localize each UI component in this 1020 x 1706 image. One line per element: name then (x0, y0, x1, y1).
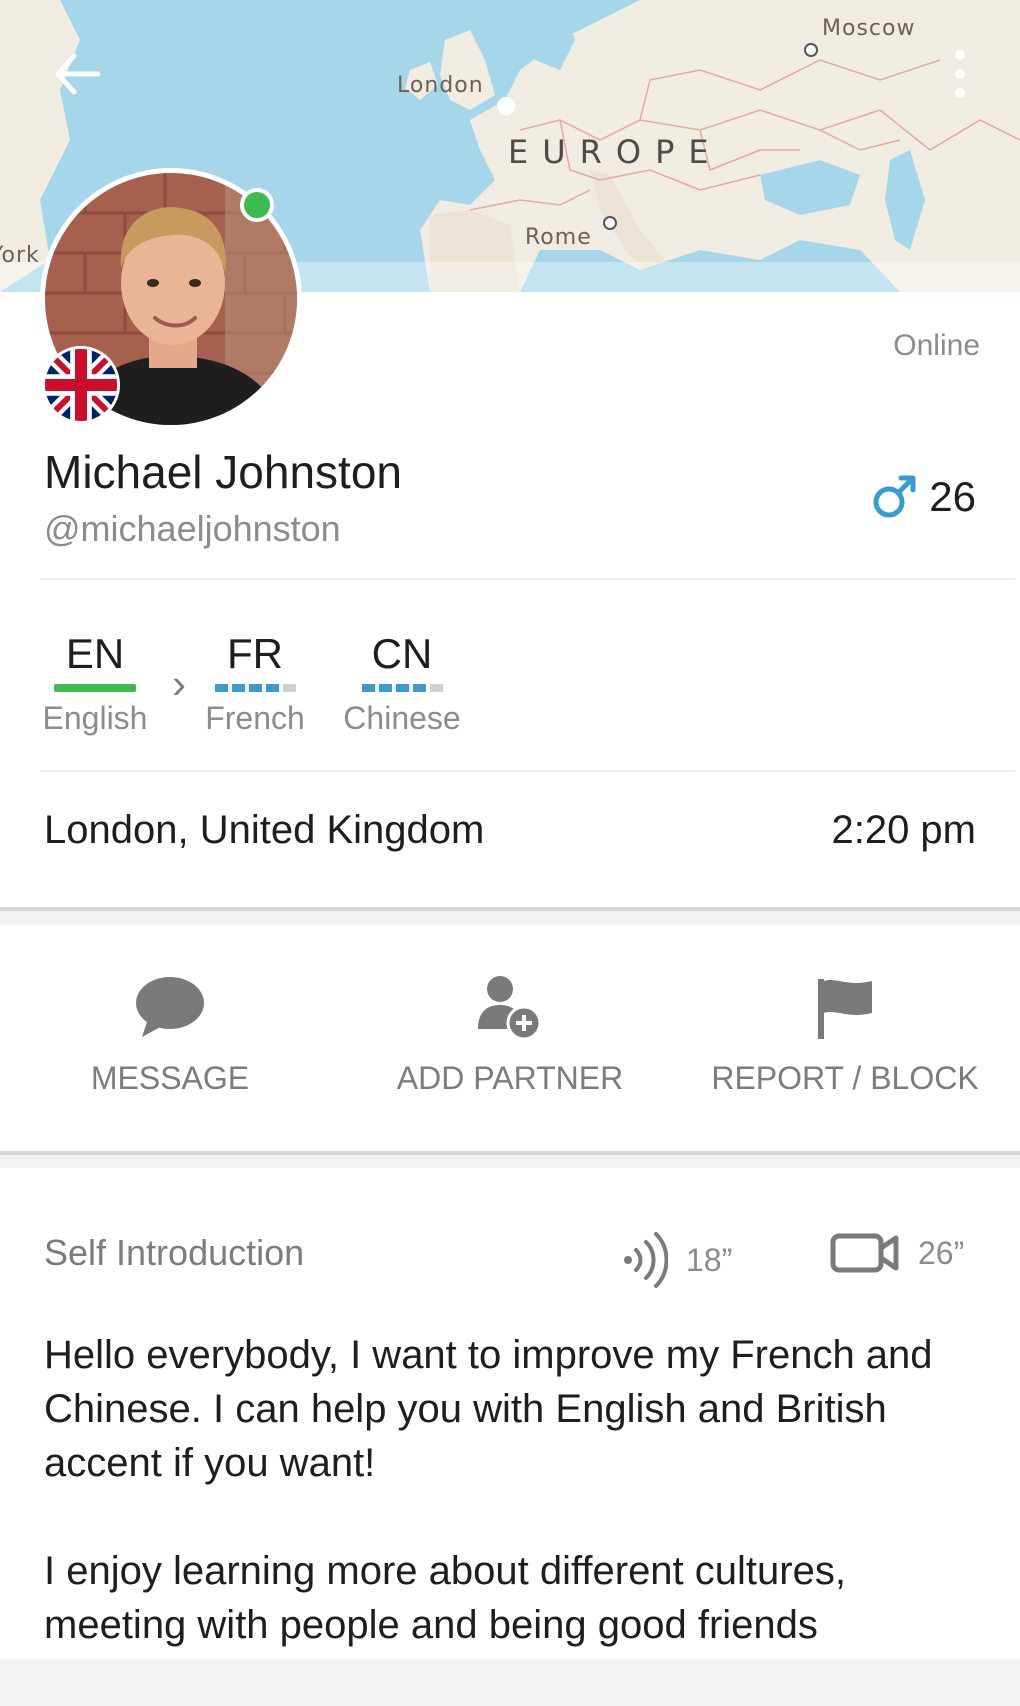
report-block-label: REPORT / BLOCK (711, 1060, 979, 1096)
online-indicator (240, 188, 274, 222)
map-label-london: London (397, 73, 484, 98)
add-person-icon (478, 976, 542, 1041)
more-vert-icon (955, 50, 965, 98)
rome-marker (603, 216, 617, 230)
language-learning-french: FR French (205, 630, 305, 737)
online-status: Online (893, 329, 980, 362)
flag-icon (818, 979, 872, 1039)
self-introduction-title: Self Introduction (44, 1232, 305, 1273)
profile-name: Michael Johnston (44, 446, 402, 498)
language-code: CN (371, 630, 433, 677)
report-block-button[interactable]: REPORT / BLOCK (710, 975, 980, 1097)
intro-paragraph: Hello everybody, I want to improve my Fr… (44, 1333, 933, 1485)
video-intro[interactable]: 26” (830, 1230, 964, 1276)
map-label-york: York (0, 243, 40, 268)
back-button[interactable] (48, 44, 108, 104)
audio-duration: 18” (686, 1241, 733, 1278)
arrow-left-icon (55, 53, 101, 95)
language-name: English (42, 700, 148, 736)
action-bar: MESSAGE ADD PARTNER REPORT / BLOCK (0, 925, 1020, 1155)
map-label-rome: Rome (525, 225, 592, 250)
local-time: 2:20 pm (831, 808, 976, 852)
location-text: London, United Kingdom (44, 808, 485, 852)
audio-waves-icon (624, 1232, 668, 1288)
profile-age: 26 (929, 473, 976, 520)
message-label: MESSAGE (90, 1060, 250, 1096)
more-options-button[interactable] (940, 44, 980, 104)
native-level-bar (54, 684, 136, 692)
moscow-marker (804, 43, 818, 57)
divider (40, 770, 1015, 772)
add-partner-button[interactable]: ADD PARTNER (395, 973, 625, 1097)
language-code: EN (65, 630, 125, 677)
male-icon (873, 475, 916, 518)
audio-intro[interactable]: 18” (620, 1230, 732, 1290)
language-name: Chinese (343, 700, 461, 736)
language-learning-chinese: CN Chinese (342, 630, 462, 737)
video-duration: 26” (918, 1234, 965, 1271)
proficiency-bar (361, 684, 443, 692)
language-name: French (205, 700, 305, 736)
proficiency-bar (214, 684, 296, 692)
language-native: EN English (40, 630, 150, 737)
london-marker (497, 97, 515, 115)
message-button[interactable]: MESSAGE (80, 975, 260, 1097)
united-kingdom-flag (42, 346, 120, 424)
map-label-europe: EUROPE (508, 133, 723, 171)
language-code: FR (227, 630, 283, 677)
uk-flag-icon (45, 349, 117, 421)
gender-age: 26 (869, 472, 976, 522)
intro-paragraph: I enjoy learning more about different cu… (44, 1549, 846, 1647)
map-label-moscow: Moscow (822, 16, 916, 41)
chevron-right-icon: › (172, 660, 186, 707)
self-introduction-section: Self Introduction 18” 26” Hello everybod… (0, 1168, 1020, 1659)
profile-handle: @michaeljohnston (44, 508, 341, 549)
video-camera-icon (830, 1233, 899, 1273)
chat-bubble-icon (136, 977, 204, 1037)
self-introduction-text: Hello everybody, I want to improve my Fr… (44, 1328, 974, 1706)
add-partner-label: ADD PARTNER (396, 1060, 624, 1096)
divider (40, 578, 1015, 580)
